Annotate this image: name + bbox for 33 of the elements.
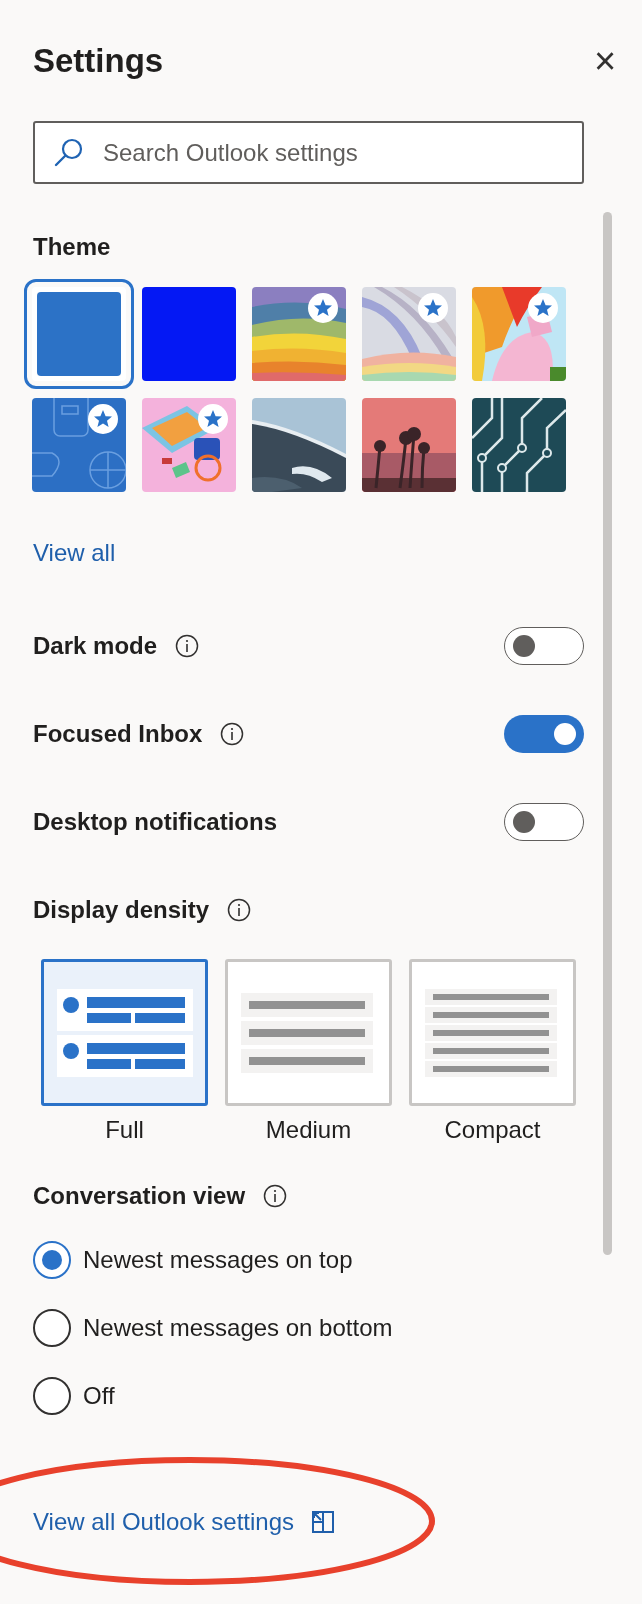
scrollbar[interactable] [603,212,612,1255]
close-button[interactable]: × [590,45,620,76]
density-option[interactable] [41,959,208,1106]
option-label: Medium [265,1115,352,1145]
radio-button[interactable] [33,1377,71,1415]
toggle-switch[interactable] [504,627,584,665]
radio-button[interactable] [33,1309,71,1347]
setting-label: Display density [33,895,210,925]
info-icon[interactable] [263,1184,288,1208]
radio-button[interactable] [33,1241,71,1279]
toggle-switch[interactable] [504,715,584,753]
open-external-icon [312,1511,335,1533]
option-label: Full [105,1115,144,1145]
density-option[interactable] [225,959,392,1106]
setting-label: Focused Inbox [33,719,203,749]
option-label: Compact [444,1115,541,1145]
toggle-switch[interactable] [504,803,584,841]
radio-label: Newest messages on top [83,1245,353,1275]
setting-label: Conversation view [33,1181,246,1211]
outlook-settings-link[interactable]: View all Outlook settings [33,1507,295,1537]
panel-title: Settings [33,40,164,81]
density-option[interactable] [409,959,576,1106]
view-all-link[interactable]: View all [33,539,116,566]
section-heading: Theme [33,232,112,262]
setting-label: Desktop notifications [33,807,278,837]
setting-label: Dark mode [33,631,158,661]
radio-label: Newest messages on bottom [83,1313,393,1343]
search-field[interactable]: Search Outlook settings [33,121,584,184]
info-icon[interactable] [220,722,245,746]
info-icon[interactable] [175,634,200,658]
info-icon[interactable] [227,898,252,922]
radio-label: Off [83,1381,115,1411]
theme-swatch[interactable] [142,287,236,381]
